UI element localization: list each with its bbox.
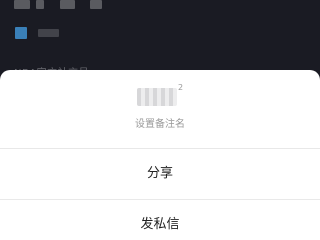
name-superscript: 2: [178, 83, 184, 92]
blurred-text-3: [60, 0, 75, 9]
masked-user-name: [137, 88, 177, 106]
verified-icon: [15, 27, 27, 39]
share-button[interactable]: 分享: [0, 149, 320, 200]
sheet-header: 2 设置备注名: [0, 70, 320, 149]
action-sheet: 2 设置备注名 分享 发私信: [0, 70, 320, 240]
blurred-text-4: [90, 0, 102, 9]
blurred-text-2: [36, 0, 44, 9]
set-note-name-label[interactable]: 设置备注名: [0, 115, 320, 130]
send-message-button[interactable]: 发私信: [0, 200, 320, 240]
blurred-tag: [38, 29, 59, 37]
app-screen: NBA官方社交号 2 设置备注名 分享 发私信: [0, 0, 320, 240]
blurred-text-1: [14, 0, 30, 9]
